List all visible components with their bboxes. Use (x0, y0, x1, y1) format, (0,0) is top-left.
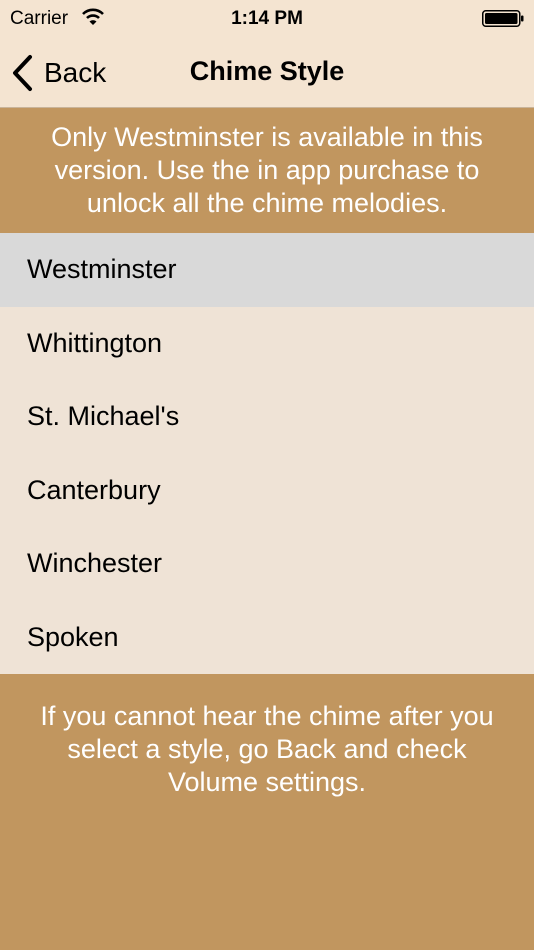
list-item-label: St. Michael's (27, 401, 180, 432)
list-item-label: Westminster (27, 254, 177, 285)
list-item-label: Spoken (27, 621, 119, 652)
purchase-notice: Only Westminster is available in this ve… (0, 108, 534, 233)
battery-icon (482, 10, 524, 27)
list-item-label: Canterbury (27, 474, 161, 505)
list-item-westminster[interactable]: Westminster (0, 233, 534, 307)
list-item-spoken[interactable]: Spoken (0, 601, 534, 675)
navigation-bar: Back Chime Style (0, 40, 534, 108)
status-time: 1:14 PM (231, 8, 303, 29)
chime-style-list: Westminster Whittington St. Michael's Ca… (0, 233, 534, 674)
list-item-label: Winchester (27, 548, 163, 579)
volume-help-notice: If you cannot hear the chime after you s… (0, 674, 534, 950)
list-item-canterbury[interactable]: Canterbury (0, 454, 534, 528)
list-item-st-michaels[interactable]: St. Michael's (0, 380, 534, 454)
page-title: Chime Style (189, 56, 345, 86)
list-item-winchester[interactable]: Winchester (0, 527, 534, 601)
status-bar: Carrier 1:14 PM (0, 0, 534, 40)
list-item-label: Whittington (27, 327, 163, 358)
list-item-whittington[interactable]: Whittington (0, 307, 534, 381)
